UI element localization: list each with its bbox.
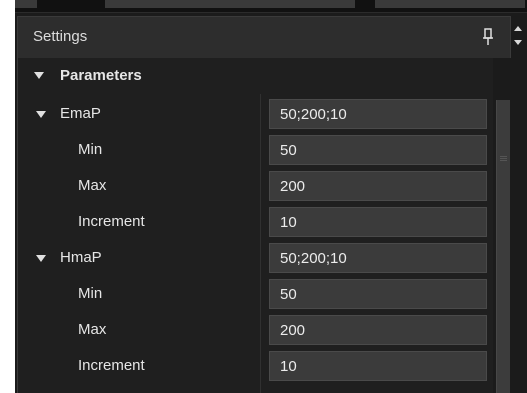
panel-header: Settings [17,16,511,58]
chevron-down-icon[interactable] [36,255,46,262]
property-grid: Parameters EmaP 50;200;10 Min 50 Max 200… [17,58,493,393]
property-row-increment: Increment 10 [18,348,494,384]
group-label: EmaP [60,105,101,122]
section-parameters[interactable]: Parameters [18,58,494,94]
grip-line [500,160,507,161]
group-value-field[interactable]: 50;200;10 [269,99,487,129]
property-row-max: Max 200 [18,312,494,348]
property-label: Max [78,177,107,194]
increment-field[interactable]: 10 [269,351,487,381]
top-segment [15,0,37,8]
property-label: Min [78,285,103,302]
panel-scroll-buttons [511,16,527,58]
grip-line [500,156,507,157]
chevron-up-icon[interactable] [514,26,522,31]
group-row[interactable]: HmaP 50;200;10 [18,240,494,276]
vertical-scrollbar[interactable] [495,58,527,393]
property-row-min: Min 50 [18,276,494,312]
max-field[interactable]: 200 [269,171,487,201]
group-value-field[interactable]: 50;200;10 [269,243,487,273]
pin-icon[interactable] [481,27,495,47]
min-field[interactable]: 50 [269,135,487,165]
min-field[interactable]: 50 [269,279,487,309]
section-label: Parameters [60,67,142,84]
property-label: Min [78,141,103,158]
top-segment [375,0,525,8]
settings-window: Settings Parameters EmaP 50;200;10 Min 5… [15,0,527,393]
property-row-max: Max 200 [18,168,494,204]
increment-field[interactable]: 10 [269,207,487,237]
chevron-down-icon[interactable] [34,72,44,79]
max-field[interactable]: 200 [269,315,487,345]
chevron-down-icon[interactable] [36,111,46,118]
scrollbar-thumb[interactable] [496,100,510,393]
grip-line [500,158,507,159]
property-label: Max [78,321,107,338]
top-strip [15,0,527,13]
property-row-min: Min 50 [18,132,494,168]
property-label: Increment [78,357,145,374]
panel-title: Settings [33,28,88,45]
property-label: Increment [78,213,145,230]
group-row[interactable]: EmaP 50;200;10 [18,96,494,132]
top-segment [105,0,355,8]
chevron-down-icon[interactable] [514,40,522,45]
property-row-increment: Increment 10 [18,204,494,240]
group-label: HmaP [60,249,102,266]
